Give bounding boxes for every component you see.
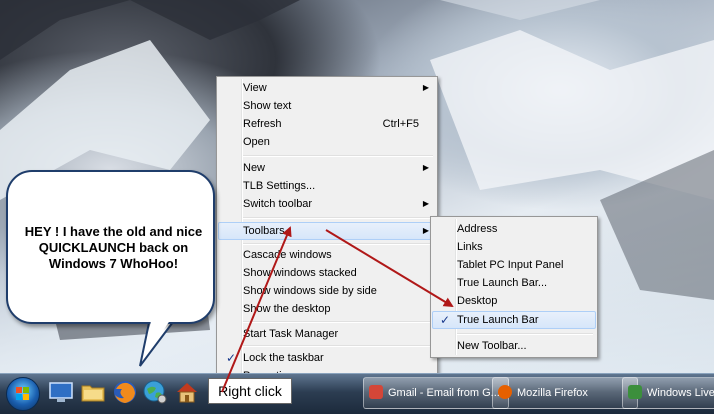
submenu-item-desktop[interactable]: Desktop [433, 292, 595, 310]
submenu-item-tablet-pc-input-panel[interactable]: Tablet PC Input Panel [433, 256, 595, 274]
menu-item-label: True Launch Bar [457, 314, 539, 326]
taskbar-button-label: Mozilla Firefox [517, 387, 588, 399]
menu-item-label: Cascade windows [243, 249, 332, 261]
menu-separator [243, 321, 433, 323]
menu-separator [243, 217, 433, 219]
menu-item-show-windows-side-by-side[interactable]: Show windows side by side [219, 282, 435, 300]
toolbars-submenu: Address Links Tablet PC Input Panel True… [430, 216, 598, 358]
start-button[interactable] [6, 377, 40, 411]
taskbar-button-gmail[interactable]: Gmail - Email from G... [363, 377, 509, 409]
submenu-arrow-icon: ▶ [422, 199, 429, 208]
submenu-arrow-icon: ▶ [422, 163, 429, 172]
menu-item-label: View [243, 82, 267, 94]
submenu-arrow-icon: ▶ [422, 226, 429, 235]
explorer-folder-icon[interactable] [80, 379, 106, 405]
menu-item-label: Show windows side by side [243, 285, 377, 297]
submenu-item-new-toolbar[interactable]: New Toolbar... [433, 337, 595, 355]
taskbar-button-mozilla-firefox[interactable]: Mozilla Firefox [492, 377, 638, 409]
menu-item-start-task-manager[interactable]: Start Task Manager [219, 325, 435, 343]
menu-item-open[interactable]: Open [219, 133, 435, 151]
menu-item-view[interactable]: View ▶ [219, 79, 435, 97]
menu-item-label: Desktop [457, 295, 498, 307]
taskbar-button-label: Windows Live I [647, 387, 714, 399]
taskbar-context-menu: View ▶ Show text Refresh Ctrl+F5 Open Ne… [216, 76, 438, 388]
menu-separator [457, 333, 593, 335]
taskbar-button-label: Gmail - Email from G... [388, 387, 500, 399]
menu-separator [243, 155, 433, 157]
submenu-arrow-icon: ▶ [422, 83, 429, 92]
menu-item-label: Address [457, 223, 498, 235]
menu-item-label: Show windows stacked [243, 267, 357, 279]
menu-item-label: Tablet PC Input Panel [457, 259, 564, 271]
taskbar-button-windows-live[interactable]: Windows Live I [622, 377, 714, 409]
menu-item-switch-toolbar[interactable]: Switch toolbar ▶ [219, 195, 435, 213]
menu-item-label: Show text [243, 100, 292, 112]
submenu-item-true-launch-bar-dialog[interactable]: True Launch Bar... [433, 274, 595, 292]
menu-item-new[interactable]: New ▶ [219, 159, 435, 177]
windows-logo-icon [16, 387, 29, 400]
firefox-icon[interactable] [112, 379, 138, 405]
windows-live-icon [628, 385, 642, 399]
menu-item-show-the-desktop[interactable]: Show the desktop [219, 300, 435, 318]
menu-item-toolbars[interactable]: Toolbars ▶ [218, 222, 436, 240]
show-desktop-icon[interactable] [48, 379, 74, 405]
menu-item-shortcut: Ctrl+F5 [382, 118, 419, 130]
home-icon[interactable] [174, 379, 200, 405]
submenu-item-address[interactable]: Address [433, 220, 595, 238]
checkmark-icon: ✓ [226, 351, 237, 365]
menu-item-show-windows-stacked[interactable]: Show windows stacked [219, 264, 435, 282]
menu-item-cascade-windows[interactable]: Cascade windows [219, 246, 435, 264]
right-click-callout: Right click [208, 378, 292, 404]
menu-item-label: Open [243, 136, 270, 148]
internet-icon[interactable] [142, 379, 168, 405]
menu-item-label: Links [457, 241, 483, 253]
speech-bubble: HEY ! I have the old and nice QUICKLAUNC… [6, 170, 215, 324]
submenu-item-links[interactable]: Links [433, 238, 595, 256]
menu-item-label: New Toolbar... [457, 340, 527, 352]
menu-item-lock-the-taskbar[interactable]: ✓ Lock the taskbar [219, 349, 435, 367]
gmail-icon [369, 385, 383, 399]
menu-item-label: True Launch Bar... [457, 277, 548, 289]
speech-bubble-text: HEY ! I have the old and nice QUICKLAUNC… [24, 224, 203, 271]
menu-item-label: TLB Settings... [243, 180, 316, 192]
menu-item-label: Lock the taskbar [243, 352, 324, 364]
menu-item-label: Switch toolbar [243, 198, 313, 210]
submenu-item-true-launch-bar[interactable]: ✓ True Launch Bar [432, 311, 596, 329]
menu-item-label: Start Task Manager [243, 328, 339, 340]
menu-item-label: Toolbars [243, 225, 285, 237]
firefox-icon [498, 385, 512, 399]
menu-separator [243, 243, 433, 245]
menu-item-tlb-settings[interactable]: TLB Settings... [219, 177, 435, 195]
menu-item-refresh[interactable]: Refresh Ctrl+F5 [219, 115, 435, 133]
checkmark-icon: ✓ [440, 313, 451, 327]
menu-item-label: New [243, 162, 266, 174]
menu-item-label: Refresh [243, 118, 282, 130]
menu-item-show-text[interactable]: Show text [219, 97, 435, 115]
menu-item-label: Show the desktop [243, 303, 331, 315]
menu-separator [243, 345, 433, 347]
